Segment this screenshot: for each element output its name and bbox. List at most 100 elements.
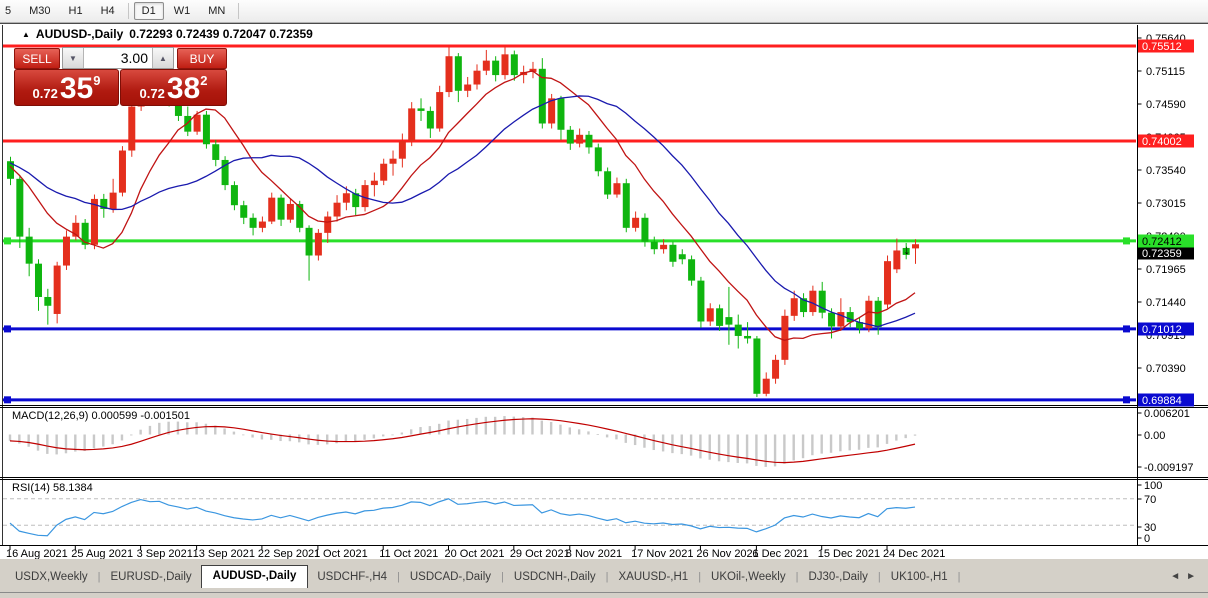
candle [240,205,247,218]
sell-price-button[interactable]: 0.72 35 9 [14,69,119,106]
candle [763,379,770,394]
candle [474,71,481,85]
macd-histogram-bar [485,417,487,435]
timeframe-w1[interactable]: W1 [166,2,199,20]
tab-usdcad-daily[interactable]: USDCAD-,Daily [401,567,500,588]
macd-histogram-bar [615,435,617,440]
timeframe-h1[interactable]: H1 [61,2,91,20]
sell-button[interactable]: SELL [14,48,60,69]
macd-histogram-bar [242,435,244,436]
buy-button[interactable]: BUY [177,48,227,69]
macd-histogram-bar [391,435,393,436]
tab-xauusd-h1[interactable]: XAUUSD-,H1 [610,567,698,588]
macd-histogram-bar [363,435,365,440]
macd-histogram-bar [793,435,795,461]
macd-histogram-bar [699,435,701,459]
macd-histogram-bar [354,435,356,442]
candle [418,108,425,111]
price-line-label: 0.72359 [1142,248,1182,260]
macd-histogram-bar [755,435,757,466]
volume-input[interactable] [84,48,152,68]
buy-price-button[interactable]: 0.72 38 2 [120,69,227,106]
macd-histogram-bar [783,435,785,464]
timeframe-5[interactable]: 5 [0,2,19,20]
macd-histogram-bar [410,429,412,434]
tab-usdcnh-daily[interactable]: USDCNH-,Daily [505,567,605,588]
macd-axis-label: 0.00 [1144,430,1165,442]
toolbar-separator [128,3,129,19]
hline-handle[interactable] [1123,237,1130,244]
price-tick-label: 0.70390 [1146,363,1186,375]
macd-histogram-bar [158,423,160,435]
hline-handle[interactable] [1123,325,1130,332]
candle [781,316,788,360]
candle [576,135,583,144]
hline-handle[interactable] [4,396,11,403]
macd-histogram-bar [569,427,571,434]
candle [82,223,89,245]
macd-histogram-bar [447,421,449,435]
timeframe-h4[interactable]: H4 [93,2,123,20]
hline-handle[interactable] [4,325,11,332]
macd-histogram-bar [270,435,272,440]
candle [511,54,518,75]
macd-histogram-bar [503,416,505,434]
tab-eurusd-daily[interactable]: EURUSD-,Daily [102,567,201,588]
candle [697,281,704,322]
macd-histogram-bar [858,435,860,450]
macd-histogram-bar [37,435,39,451]
volume-increase-icon[interactable]: ▲ [152,48,173,68]
tab-audusd-daily[interactable]: AUDUSD-,Daily [201,565,309,588]
tab-scroll-left-icon[interactable]: ◄ [1170,571,1186,582]
macd-histogram-bar [774,435,776,467]
hline-handle[interactable] [4,237,11,244]
candle [287,204,294,220]
macd-histogram-bar [205,424,207,435]
candle [725,317,732,325]
candle [828,313,835,327]
tab-dj30-daily[interactable]: DJ30-,Daily [799,567,876,588]
candle [324,217,331,233]
macd-histogram-bar [587,431,589,434]
candle [306,228,313,256]
tab-ukoil-weekly[interactable]: UKOil-,Weekly [702,567,795,588]
macd-histogram-bar [251,435,253,438]
price-tick-label: 0.73540 [1146,165,1186,177]
candle [809,291,816,312]
macd-histogram-bar [727,435,729,463]
rsi-plot [10,499,915,536]
candle [464,85,471,91]
tab-scroll-right-icon[interactable]: ► [1186,571,1202,582]
tab-uk100-h1[interactable]: UK100-,H1 [882,567,957,588]
macd-histogram-bar [466,419,468,435]
macd-histogram-bar [83,435,85,452]
tab-usdx-weekly[interactable]: USDX,Weekly [6,567,97,588]
status-strip [0,592,1208,598]
one-click-trading-panel: SELL ▼ ▲ BUY 0.72 35 9 0.72 38 2 [14,46,225,104]
candle [427,111,434,129]
macd-histogram-bar [849,435,851,451]
timeframe-mn[interactable]: MN [200,2,233,20]
candle [259,222,266,228]
collapse-arrow-icon[interactable]: ▲ [22,30,30,39]
ma-slow-line [10,96,915,327]
hline-handle[interactable] [1123,396,1130,403]
price-tick-label: 0.73015 [1146,198,1186,210]
macd-histogram-bar [597,434,599,435]
tab-usdchf-h4[interactable]: USDCHF-,H4 [308,567,396,588]
price-chart-canvas[interactable]: 0.756400.751150.745900.740650.735400.730… [0,24,1208,598]
macd-histogram-bar [531,418,533,435]
macd-axis-label: 0.006201 [1144,408,1190,420]
macd-histogram-bar [550,422,552,435]
candle [390,159,397,164]
price-line-label: 0.71012 [1142,324,1182,336]
timeframe-m30[interactable]: M30 [21,2,58,20]
volume-decrease-icon[interactable]: ▼ [63,48,84,68]
trading-app: 5M30H1H4 D1W1MN 0.756400.751150.745900.74… [0,0,1208,597]
macd-histogram-bar [681,435,683,455]
candle [557,98,564,129]
timeframe-d1[interactable]: D1 [134,2,164,20]
macd-histogram-bar [223,428,225,434]
macd-histogram-bar [606,435,608,438]
candle [735,325,742,336]
